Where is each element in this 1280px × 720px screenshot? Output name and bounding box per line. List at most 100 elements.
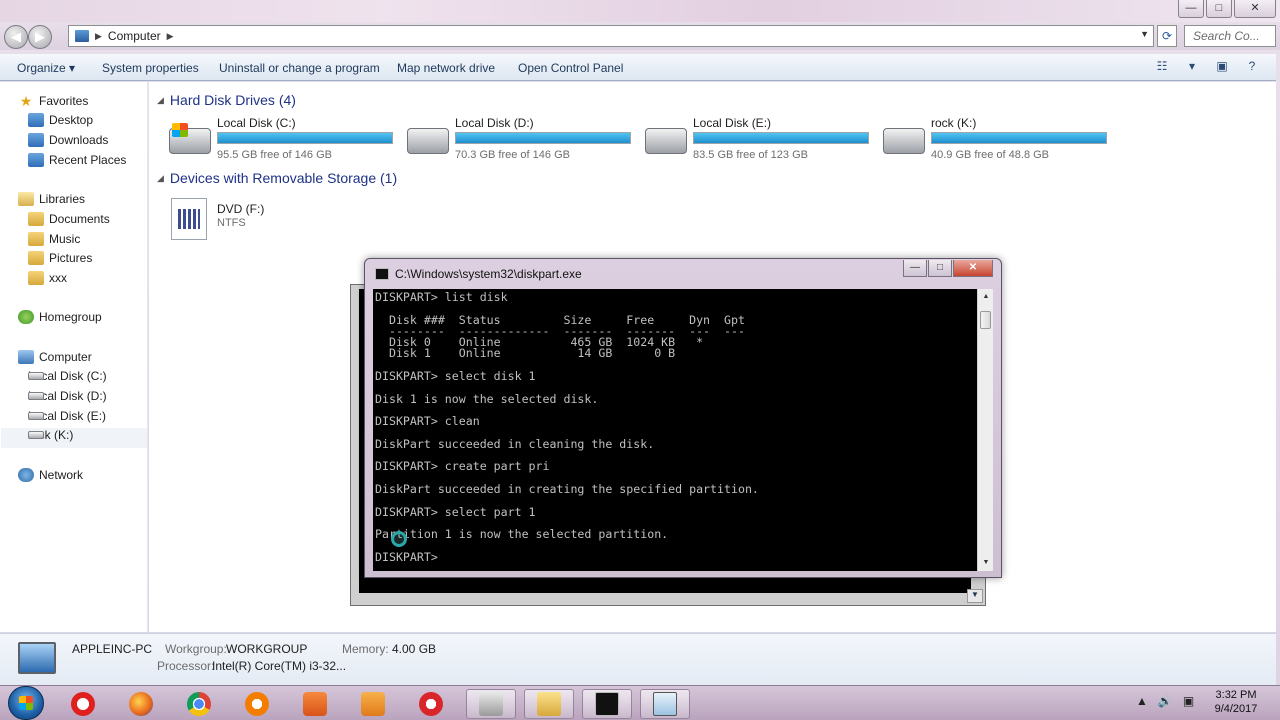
drive-usage-fill [218,133,392,143]
nav-disk-c[interactable]: Local Disk (C:) [28,367,107,385]
diskpart-close-button[interactable]: ✕ [953,260,993,277]
nav-computer[interactable]: Computer [18,348,92,366]
organize-menu[interactable]: Organize ▾ [17,61,75,75]
processor-value: Intel(R) Core(TM) i3-32... [212,659,347,673]
scroll-down-icon[interactable]: ▼ [978,555,994,571]
xampp-icon[interactable] [290,689,340,719]
nav-favorites[interactable]: ★ Favorites [18,92,89,110]
explorer-titlebar: — □ ✕ [0,0,1280,24]
restore-button[interactable]: □ [1206,0,1232,18]
volume-icon[interactable]: 🔊 [1158,694,1173,708]
drive-usage-bar [217,132,393,144]
nav-label: Favorites [39,94,89,108]
nav-recent-places[interactable]: Recent Places [28,151,126,169]
music-icon [28,232,44,246]
recent-places-icon [28,153,44,167]
computer-icon [18,642,56,674]
nav-network[interactable]: Network [18,466,83,484]
window-app-icon[interactable] [640,689,690,719]
dvd-drive-tile[interactable]: DVD (F:) NTFS [171,198,371,244]
address-dropdown-icon[interactable]: ▼ [1140,29,1149,39]
nav-label: xxx [49,271,67,285]
drive-icon [407,128,449,154]
drive-icon [28,431,44,439]
collapse-triangle-icon[interactable]: ◢ [157,173,164,184]
breadcrumb-arrow-icon[interactable]: ▶ [167,31,174,42]
forward-button[interactable]: ▶ [28,25,52,49]
nav-disk-e[interactable]: Local Disk (E:) [28,407,106,425]
system-properties-button[interactable]: System properties [102,61,199,75]
drive-tile-d[interactable]: Local Disk (D:) 70.3 GB free of 146 GB [407,116,639,166]
diskpart-minimize-button[interactable]: — [903,260,927,277]
scroll-thumb[interactable] [980,311,991,329]
change-view-icon[interactable]: ☷ [1154,59,1170,75]
nav-disk-k[interactable]: rock (K:) [28,426,73,444]
minimize-button[interactable]: — [1178,0,1204,18]
network-status-icon[interactable]: ▣ [1183,694,1194,708]
drive-icon [28,392,44,400]
diskpart-window[interactable]: C:\Windows\system32\diskpart.exe — □ ✕ D… [364,258,1002,578]
clock[interactable]: 3:32 PM 9/4/2017 [1208,688,1264,716]
taskbar-app-icon[interactable] [466,689,516,719]
group-hard-disk-drives[interactable]: ◢ Hard Disk Drives (4) [157,92,1257,108]
diskpart-restore-button[interactable]: □ [928,260,952,277]
star-icon: ★ [19,93,33,109]
firefox-icon[interactable] [116,689,166,719]
nav-homegroup[interactable]: Homegroup [18,308,102,326]
scroll-down-icon[interactable]: ▼ [967,589,983,603]
group-removable-storage[interactable]: ◢ Devices with Removable Storage (1) [157,170,1257,186]
system-tray: ▲ 🔊 ▣ [1136,694,1194,708]
media-player-icon[interactable] [348,689,398,719]
nav-disk-d[interactable]: Local Disk (D:) [28,387,107,405]
close-button[interactable]: ✕ [1234,0,1276,18]
nav-label: Music [49,232,81,246]
drive-free-space: 83.5 GB free of 123 GB [693,149,808,161]
nav-xxx[interactable]: xxx [28,269,67,287]
system-drive-icon [169,123,211,154]
memory-label: Memory: [342,642,389,656]
search-input[interactable]: Search Co... [1184,25,1276,47]
explorer-icon[interactable] [524,689,574,719]
breadcrumb-arrow-icon[interactable]: ▶ [95,31,102,42]
console-area[interactable]: DISKPART> list disk Disk ### Status Size… [373,289,977,571]
console-scrollbar[interactable]: ▲ ▼ [977,289,993,571]
workgroup-label: Workgroup: [165,642,227,656]
address-bar[interactable]: ▶ Computer ▶ ▼ [68,25,1154,47]
start-button[interactable] [8,686,44,720]
nav-documents[interactable]: Documents [28,210,110,228]
nav-downloads[interactable]: Downloads [28,131,108,149]
preview-pane-icon[interactable]: ▣ [1214,59,1230,75]
refresh-icon[interactable]: ⟳ [1157,25,1177,47]
dvd-icon [171,198,207,240]
recorder-icon[interactable] [406,689,456,719]
nav-desktop[interactable]: Desktop [28,111,93,129]
view-dropdown-icon[interactable]: ▾ [1184,59,1200,75]
open-control-panel-button[interactable]: Open Control Panel [518,61,623,75]
help-icon[interactable]: ? [1244,59,1260,75]
diskpart-title: C:\Windows\system32\diskpart.exe [395,267,582,281]
nav-pictures[interactable]: Pictures [28,249,92,267]
cmd-icon[interactable] [582,689,632,719]
opera-icon[interactable] [58,689,108,719]
back-button[interactable]: ◀ [4,25,28,49]
drive-usage-fill [456,133,630,143]
drive-tile-k[interactable]: rock (K:) 40.9 GB free of 48.8 GB [883,116,1115,166]
show-hidden-icons-icon[interactable]: ▲ [1136,694,1148,708]
details-pane: APPLEINC-PC Workgroup: WORKGROUP Memory:… [0,633,1276,685]
avast-icon[interactable] [232,689,282,719]
drive-name: Local Disk (C:) [217,116,296,130]
chrome-icon[interactable] [174,689,224,719]
nav-libraries[interactable]: Libraries [18,190,85,208]
drive-usage-fill [694,133,868,143]
library-folder-icon [28,271,44,285]
drive-free-space: 40.9 GB free of 48.8 GB [931,149,1050,161]
uninstall-program-button[interactable]: Uninstall or change a program [219,61,380,75]
nav-music[interactable]: Music [28,230,80,248]
breadcrumb-computer[interactable]: Computer [108,29,161,43]
drive-tile-e[interactable]: Local Disk (E:) 83.5 GB free of 123 GB [645,116,877,166]
scroll-up-icon[interactable]: ▲ [978,289,994,305]
collapse-triangle-icon[interactable]: ◢ [157,95,164,106]
drive-tile-c[interactable]: Local Disk (C:) 95.5 GB free of 146 GB [169,116,401,166]
map-network-drive-button[interactable]: Map network drive [397,61,495,75]
drive-name: Local Disk (E:) [693,116,772,130]
